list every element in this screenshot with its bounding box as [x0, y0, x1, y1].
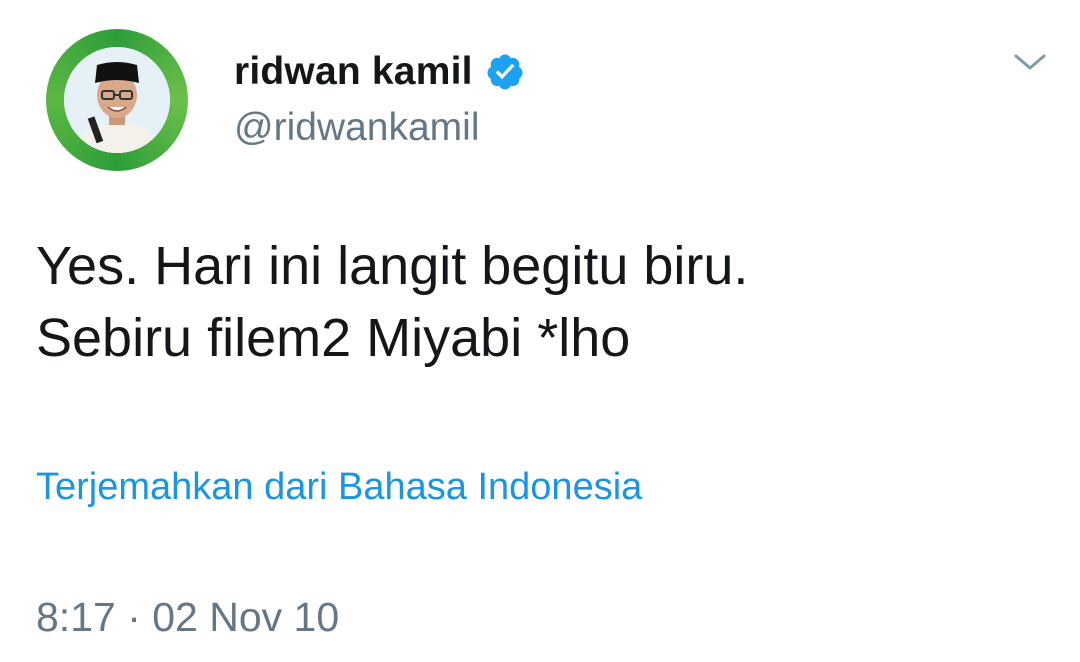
display-name[interactable]: ridwan kamil	[234, 50, 473, 94]
author-handle[interactable]: @ridwankamil	[234, 106, 479, 150]
avatar-photo	[64, 47, 170, 153]
tweet-text-line: Sebiru filem2 Miyabi *lho	[36, 308, 631, 368]
tweet-text-line: Yes. Hari ini langit begitu biru.	[36, 236, 749, 296]
translate-link[interactable]: Terjemahkan dari Bahasa Indonesia	[36, 466, 642, 509]
tweet: ridwan kamil @ridwankamil Yes. Hari ini …	[0, 0, 1080, 662]
timestamp[interactable]: 8:17 · 02 Nov 10	[36, 594, 339, 641]
tweet-text: Yes. Hari ini langit begitu biru. Sebiru…	[36, 230, 1046, 374]
chevron-down-icon[interactable]	[1010, 46, 1050, 78]
author-row: ridwan kamil	[234, 46, 525, 98]
avatar[interactable]	[46, 29, 188, 171]
verified-badge-icon	[487, 54, 523, 90]
